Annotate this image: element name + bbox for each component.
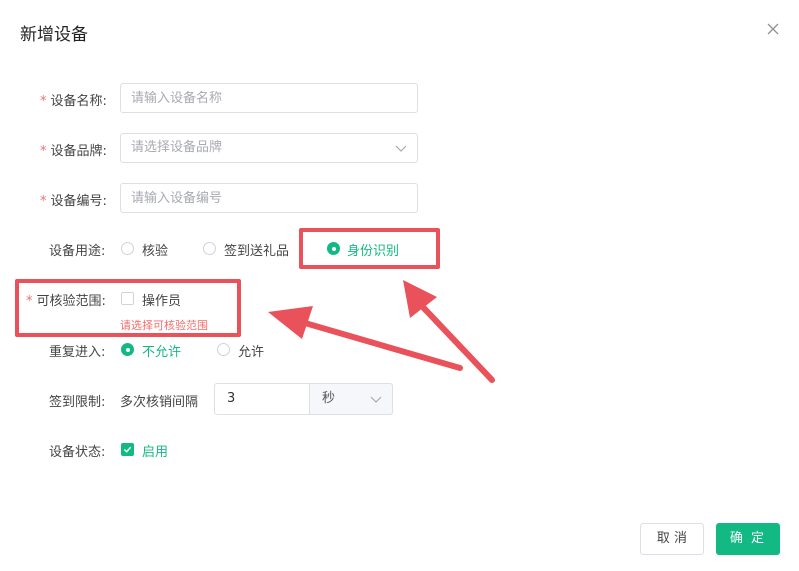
- interval-unit-value: 秒: [322, 391, 336, 406]
- device-name-label-text: 设备名称:: [50, 94, 107, 109]
- arrow-to-identity: [417, 301, 495, 383]
- required-mark: *: [40, 144, 47, 159]
- device-brand-label: * 设备品牌:: [40, 140, 107, 159]
- usage-option-checkin-gift[interactable]: 签到送礼品: [224, 240, 289, 259]
- highlight-box-verify-scope: [15, 279, 241, 337]
- device-brand-label-text: 设备品牌:: [50, 144, 107, 159]
- usage-radio-checkin-gift[interactable]: [203, 242, 216, 255]
- device-status-option-enabled[interactable]: 启用: [142, 441, 168, 460]
- device-brand-placeholder: 请选择设备品牌: [131, 140, 223, 155]
- device-number-label-text: 设备编号:: [50, 194, 107, 209]
- device-usage-label: 设备用途:: [49, 244, 106, 259]
- checkin-limit-label: 签到限制:: [49, 395, 106, 410]
- usage-radio-verify[interactable]: [121, 242, 134, 255]
- device-number-input[interactable]: [120, 183, 418, 213]
- repeat-entry-label: 重复进入:: [49, 345, 106, 360]
- chevron-down-icon: [370, 396, 382, 403]
- arrow-to-identity-head: [403, 280, 437, 318]
- check-icon: [123, 446, 132, 453]
- chevron-down-icon: [395, 145, 407, 152]
- cancel-button[interactable]: 取 消: [640, 523, 704, 555]
- highlight-box-identity: [299, 228, 440, 269]
- checkin-interval-prefix: 多次核销间隔: [120, 395, 199, 410]
- required-mark: *: [40, 94, 47, 109]
- device-name-input[interactable]: [120, 83, 418, 113]
- arrow-to-verify-scope: [302, 320, 463, 371]
- arrow-to-verify-scope-head: [268, 306, 313, 339]
- interval-unit-select[interactable]: 秒: [309, 383, 393, 415]
- close-icon[interactable]: [766, 22, 780, 36]
- repeat-radio-disallow[interactable]: [121, 343, 134, 356]
- checkin-interval-input[interactable]: 3: [214, 383, 310, 415]
- device-status-checkbox-enabled[interactable]: [121, 443, 134, 456]
- device-status-label: 设备状态:: [49, 445, 106, 460]
- usage-option-verify[interactable]: 核验: [142, 240, 168, 259]
- repeat-option-allow[interactable]: 允许: [238, 341, 264, 360]
- device-name-label: * 设备名称:: [40, 90, 107, 109]
- device-brand-select[interactable]: 请选择设备品牌: [120, 133, 418, 163]
- required-mark: *: [40, 194, 47, 209]
- repeat-option-disallow[interactable]: 不允许: [142, 341, 181, 360]
- dialog-title: 新增设备: [20, 25, 88, 45]
- device-number-label: * 设备编号:: [40, 190, 107, 209]
- repeat-radio-allow[interactable]: [217, 343, 230, 356]
- confirm-button[interactable]: 确 定: [716, 523, 780, 555]
